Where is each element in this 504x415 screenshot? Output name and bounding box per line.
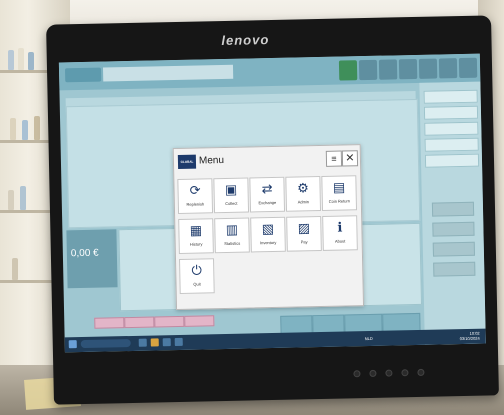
panel-item[interactable] [424,137,479,152]
taskbar-search[interactable] [80,338,131,349]
monitor-button[interactable] [353,370,361,378]
monitor-brand-logo: lenovo [221,32,270,49]
tile-label: Collect [225,200,238,206]
product-bottle [22,120,28,140]
monitor-button[interactable] [369,369,377,378]
taskbar-app-icon[interactable] [138,338,147,347]
tile-label: Inventory [259,239,277,246]
statistics-icon: ▥ [225,221,239,237]
inventory-button[interactable]: ▧ Inventory [250,216,286,253]
monitor-button[interactable] [385,369,393,377]
collect-button[interactable]: ▣ Collect [213,177,250,214]
panel-item[interactable] [424,153,480,168]
folder-icon[interactable] [150,338,159,347]
replenish-button[interactable]: ⟳ Replenish [177,178,214,214]
toolbar-icon[interactable] [378,59,398,80]
panel-item[interactable] [424,121,479,136]
panel-button[interactable] [432,241,476,257]
panel-button[interactable] [432,221,475,237]
exchange-icon: ⇄ [261,180,273,197]
screen: 0,00 € NLD 10:02 03/10/2024 GLOBAL Menu [58,53,486,353]
tab[interactable] [184,315,215,327]
tile-label: Statistics [224,240,241,247]
product-bottle [12,258,18,280]
tab[interactable] [94,317,125,329]
product-bottle [18,48,24,70]
product-bottle [20,186,26,210]
inventory-icon: ▧ [261,220,275,237]
monitor-buttons [353,368,433,378]
monitor-button[interactable] [401,369,409,377]
refresh-icon: ⟳ [189,182,201,198]
panel-button[interactable] [433,261,476,277]
tile-label: Quit [193,281,201,287]
tab[interactable] [154,315,185,328]
right-panel [419,81,486,345]
app-logo [64,67,102,83]
product-bottle [8,50,14,70]
statistics-button[interactable]: ▥ Statistics [214,217,250,254]
pay-button[interactable]: ▨ Pay [286,215,322,252]
panel-button[interactable] [431,201,475,217]
tile-label: Exchange [258,199,277,206]
menu-brand-logo: GLOBAL [177,154,197,169]
close-icon[interactable]: ✕ [341,150,359,167]
start-icon[interactable] [68,340,77,349]
app-header [58,53,481,91]
app-title-field [102,64,234,82]
info-icon: ℹ [337,219,343,235]
menu-dialog: GLOBAL Menu ≡ ✕ ⟳ Replenish ▣ Collect ⇄ … [172,144,365,311]
taskbar-app-icon[interactable] [174,337,183,347]
coins-icon: ▤ [332,179,346,195]
toolbar-icon[interactable] [418,58,438,79]
toolbar-icon[interactable] [358,59,378,81]
tile-label: History [189,241,203,247]
exchange-button[interactable]: ⇄ Exchange [249,176,286,213]
tile-label: Admin [297,199,310,205]
panel-item[interactable] [423,105,479,120]
admin-button[interactable]: ⚙ Admin [285,175,322,212]
pay-icon: ▨ [297,220,311,236]
taskbar-clock[interactable]: 10:02 03/10/2024 [460,331,480,341]
quit-button[interactable]: ⏻ Quit [179,258,215,294]
toolbar-icon[interactable] [398,58,418,80]
tile-label: Pay [300,239,308,245]
toolbar-icon[interactable] [458,57,478,79]
coin-return-button[interactable]: ▤ Coin Return [321,175,358,211]
product-bottle [10,118,16,140]
history-icon: ▦ [189,222,203,238]
history-button[interactable]: ▦ History [178,218,214,254]
tile-label: Coin Return [328,198,351,204]
language-indicator[interactable]: NLD [365,336,373,341]
clock-date: 03/10/2024 [459,335,480,342]
windows-taskbar: NLD 10:02 03/10/2024 [64,328,486,353]
product-bottle [8,190,14,210]
collect-icon: ▣ [224,181,238,197]
monitor: lenovo 0,00 € NLD 10:02 03/10/2024 GLOBA… [46,15,499,405]
taskbar-app-icon[interactable] [162,338,171,347]
about-button[interactable]: ℹ About [322,215,358,251]
panel-item[interactable] [423,89,478,104]
tab[interactable] [124,316,155,329]
gear-icon: ⚙ [297,180,310,196]
power-button[interactable] [417,368,425,376]
power-icon: ⏻ [191,262,203,278]
till-amount: 0,00 € [70,247,99,260]
toolbar-icon[interactable] [438,58,458,79]
tile-label: Replenish [186,201,205,207]
home-icon[interactable] [338,60,358,81]
product-bottle [28,52,34,70]
list-icon[interactable]: ≡ [325,150,343,167]
tile-label: About [334,238,346,244]
product-bottle [34,116,40,140]
menu-title: Menu [198,155,225,167]
